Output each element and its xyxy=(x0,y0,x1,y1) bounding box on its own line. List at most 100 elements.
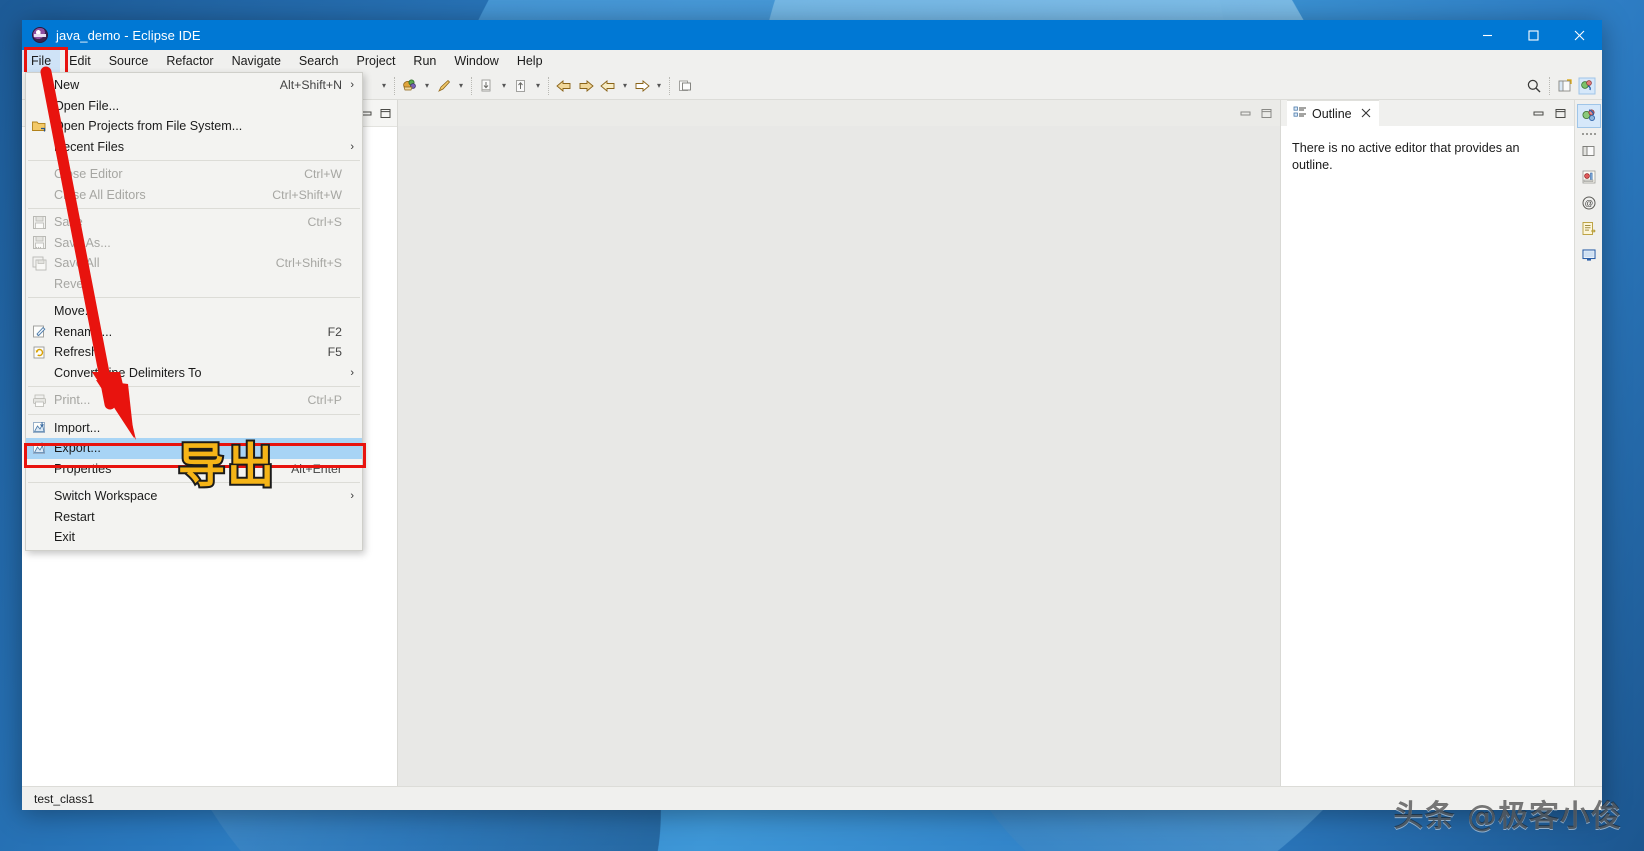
menu-open-projects-from-file-system[interactable]: Open Projects from File System... xyxy=(26,116,362,137)
editor-tabstrip xyxy=(398,100,1280,126)
menu-item-source[interactable]: Source xyxy=(100,50,158,72)
new-java-class-icon[interactable] xyxy=(476,75,498,97)
menu-rename[interactable]: Rename... F2 xyxy=(26,322,362,343)
debug-dropdown-chevron-icon[interactable]: ▾ xyxy=(421,75,433,97)
menu-close-editor-accel: Ctrl+W xyxy=(304,167,342,182)
menu-import[interactable]: Import... xyxy=(26,418,362,439)
debug-perspective-icon[interactable] xyxy=(1577,165,1601,189)
perspective-bar: @ xyxy=(1574,100,1602,786)
status-bar-text: test_class1 xyxy=(34,791,95,806)
menu-print-accel: Ctrl+P xyxy=(307,393,342,408)
maximize-icon[interactable] xyxy=(377,105,393,121)
console-perspective-icon[interactable] xyxy=(1577,243,1601,267)
minimize-button[interactable] xyxy=(1464,20,1510,50)
menu-item-run[interactable]: Run xyxy=(404,50,445,72)
menu-bar: File Edit Source Refactor Navigate Searc… xyxy=(22,47,1602,75)
menu-print-label: Print... xyxy=(54,393,91,408)
export-callout-text: 导出 xyxy=(176,439,276,495)
close-button[interactable] xyxy=(1556,20,1602,50)
debug-icon[interactable] xyxy=(399,75,421,97)
menu-item-refactor[interactable]: Refactor xyxy=(157,50,222,72)
new-java-package-icon[interactable] xyxy=(510,75,532,97)
menu-close-editor-label: Close Editor xyxy=(54,167,123,182)
menu-refresh[interactable]: Refresh F5 xyxy=(26,342,362,363)
new-package-dropdown-chevron-icon[interactable]: ▾ xyxy=(532,75,544,97)
menu-close-all-editors-label: Close All Editors xyxy=(54,187,146,202)
search-icon[interactable] xyxy=(1523,75,1545,97)
menu-item-navigate[interactable]: Navigate xyxy=(223,50,290,72)
next-annotation-chevron-icon[interactable]: ▾ xyxy=(653,75,665,97)
prev-annotation-chevron-icon[interactable]: ▾ xyxy=(619,75,631,97)
window-controls xyxy=(1464,20,1602,50)
previous-annotation-icon[interactable] xyxy=(597,75,619,97)
menu-save-as-label: Save As... xyxy=(54,235,111,250)
editor-maximize-icon[interactable] xyxy=(1258,105,1274,121)
refresh-icon xyxy=(31,344,47,360)
menu-open-file[interactable]: Open File... xyxy=(26,96,362,117)
menu-close-editor: Close Editor Ctrl+W xyxy=(26,164,362,185)
perspective-bar-handle[interactable] xyxy=(1580,130,1598,137)
back-icon[interactable] xyxy=(553,75,575,97)
menu-item-edit[interactable]: Edit xyxy=(60,50,100,72)
menu-move[interactable]: Move... xyxy=(26,301,362,322)
close-icon[interactable] xyxy=(1361,107,1371,121)
folder-import-icon xyxy=(31,118,47,134)
save-all-icon xyxy=(31,255,47,271)
menu-restart-label: Restart xyxy=(54,509,95,524)
menu-save-as: Save As... xyxy=(26,233,362,254)
menu-refresh-accel: F5 xyxy=(327,345,342,360)
open-perspective-icon[interactable] xyxy=(1554,75,1576,97)
save-icon xyxy=(31,214,47,230)
new-class-dropdown-chevron-icon[interactable]: ▾ xyxy=(498,75,510,97)
menu-revert: Revert xyxy=(26,274,362,295)
menu-save-all-accel: Ctrl+Shift+S xyxy=(275,256,342,271)
eclipse-icon xyxy=(32,27,48,43)
menu-item-project[interactable]: Project xyxy=(348,50,405,72)
status-bar: test_class1 xyxy=(22,786,1602,810)
menu-separator xyxy=(28,208,360,209)
menu-rename-accel: F2 xyxy=(327,324,342,339)
menu-refresh-label: Refresh xyxy=(54,345,99,360)
menu-save-all: Save All Ctrl+Shift+S xyxy=(26,253,362,274)
menu-move-label: Move... xyxy=(54,304,96,319)
outline-maximize-icon[interactable] xyxy=(1552,105,1568,121)
next-annotation-icon[interactable] xyxy=(631,75,653,97)
toolbar-overflow-chevron-icon[interactable]: ▾ xyxy=(378,75,390,97)
menu-open-file-label: Open File... xyxy=(54,98,120,113)
menu-close-all-editors-accel: Ctrl+Shift+W xyxy=(272,187,342,202)
menu-new-label: New xyxy=(54,78,80,93)
outline-minimize-icon[interactable] xyxy=(1530,105,1546,121)
menu-item-window[interactable]: Window xyxy=(445,50,507,72)
menu-save-all-label: Save All xyxy=(54,256,100,271)
import-icon xyxy=(31,420,47,436)
menu-item-help[interactable]: Help xyxy=(508,50,552,72)
editor-minimize-icon[interactable] xyxy=(1237,105,1253,121)
forward-icon[interactable] xyxy=(575,75,597,97)
maximize-button[interactable] xyxy=(1510,20,1556,50)
menu-save-label: Save xyxy=(54,215,83,230)
menu-convert-line-delimiters-to[interactable]: Convert Line Delimiters To › xyxy=(26,363,362,384)
editor-canvas-empty[interactable] xyxy=(398,126,1280,786)
menu-new[interactable]: New Alt+Shift+N › xyxy=(26,75,362,96)
menu-restart[interactable]: Restart xyxy=(26,507,362,528)
window-title: java_demo - Eclipse IDE xyxy=(56,27,201,43)
java-ee-perspective-icon[interactable] xyxy=(1577,217,1601,241)
menu-item-file[interactable]: File xyxy=(22,49,61,72)
chevron-right-icon: › xyxy=(350,140,354,153)
outline-icon xyxy=(1293,105,1307,122)
menu-import-label: Import... xyxy=(54,420,101,435)
java-browsing-icon[interactable]: @ xyxy=(1577,191,1601,215)
menu-close-all-editors: Close All Editors Ctrl+Shift+W xyxy=(26,185,362,206)
menu-recent-files[interactable]: Recent Files › xyxy=(26,137,362,158)
open-perspective-icon[interactable] xyxy=(1577,139,1601,163)
outline-tabstrip: Outline xyxy=(1281,100,1574,126)
menu-exit[interactable]: Exit xyxy=(26,527,362,548)
run-icon[interactable] xyxy=(433,75,455,97)
tab-outline[interactable]: Outline xyxy=(1287,100,1379,126)
run-dropdown-chevron-icon[interactable]: ▾ xyxy=(455,75,467,97)
java-perspective-icon[interactable] xyxy=(1576,104,1601,128)
menu-revert-label: Revert xyxy=(54,276,92,291)
link-editor-icon[interactable] xyxy=(674,75,696,97)
menu-item-search[interactable]: Search xyxy=(290,50,348,72)
java-perspective-button[interactable] xyxy=(1576,75,1598,97)
